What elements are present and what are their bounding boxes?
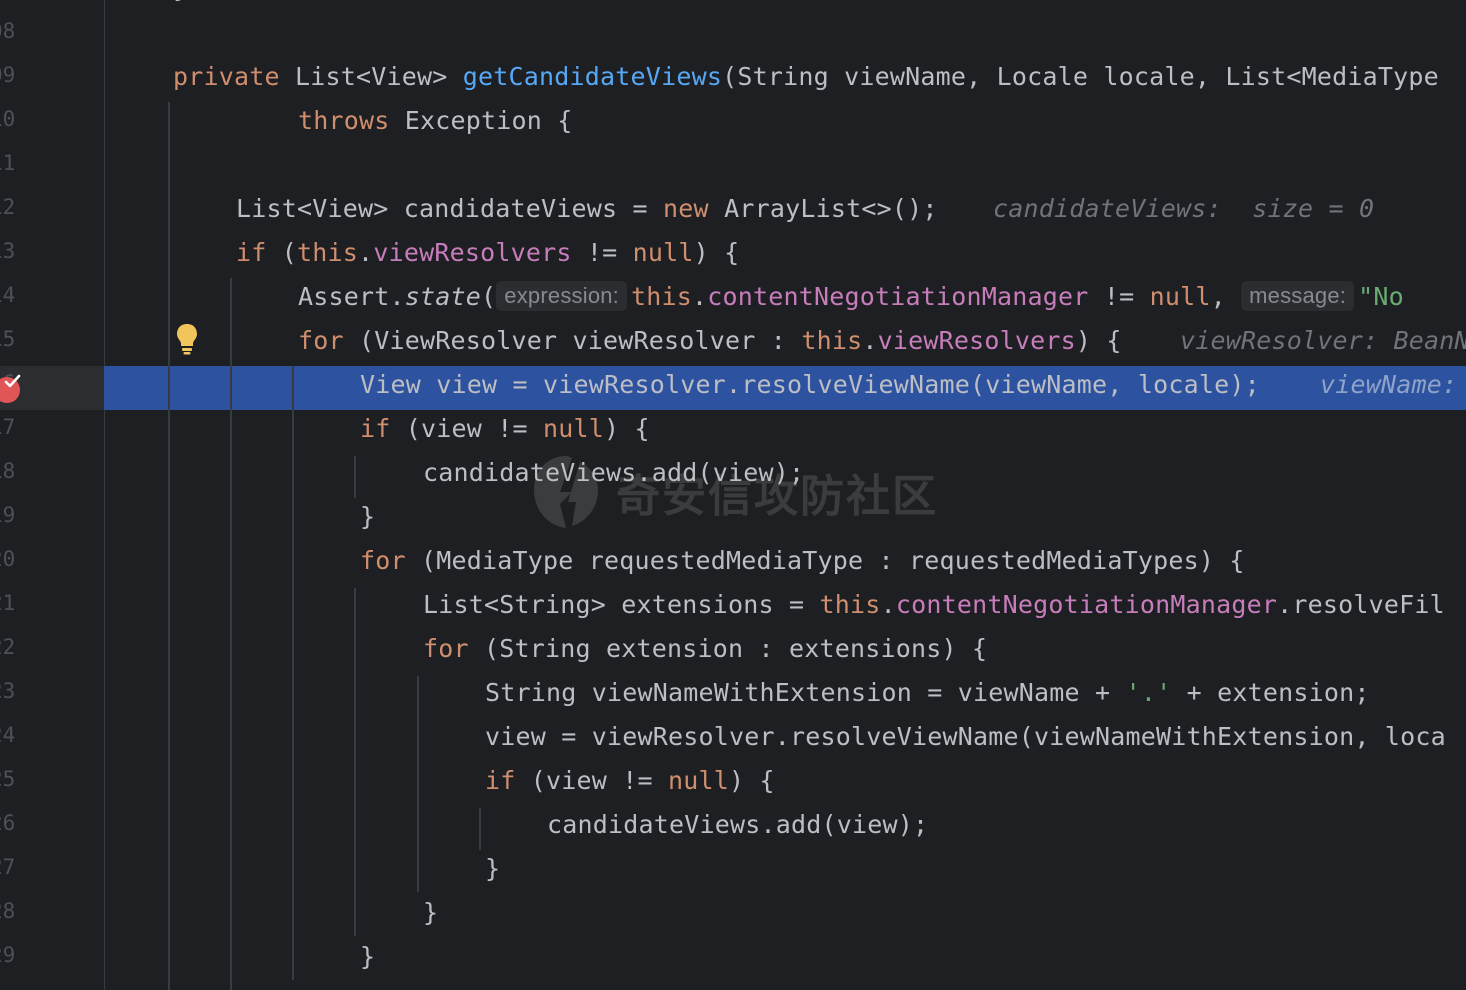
line-number: 29 xyxy=(0,943,16,967)
code-line[interactable]: 24 view = viewResolver.resolveViewName(v… xyxy=(0,718,1466,762)
code-line[interactable]: 14 Assert.state(expression:this.contentN… xyxy=(0,278,1466,322)
line-number: 10 xyxy=(0,107,16,131)
lightbulb-icon[interactable] xyxy=(175,322,199,356)
code-text: view = viewResolver.resolveViewName(view… xyxy=(485,722,1446,751)
code-line[interactable]: 20 for (MediaType requestedMediaType : r… xyxy=(0,542,1466,586)
method-name: getCandidateViews xyxy=(462,62,723,91)
code-text: } xyxy=(360,502,376,531)
line-number: 26 xyxy=(0,811,16,835)
code-line[interactable]: 18 candidateViews.add(view); xyxy=(0,454,1466,498)
indent-guide xyxy=(354,588,356,936)
code-text: String viewNameWithExtension = viewName … xyxy=(485,678,1370,707)
code-line[interactable]: 26 candidateViews.add(view); xyxy=(0,806,1466,850)
code-text: candidateViews.add(view); xyxy=(423,458,805,487)
line-number: 19 xyxy=(0,503,16,527)
indent-guide xyxy=(292,366,294,980)
line-number: 28 xyxy=(0,899,16,923)
code-text: private List<View> getCandidateViews(Str… xyxy=(173,62,1439,91)
inline-debug-value: viewName: xyxy=(1320,370,1458,399)
line-number: 20 xyxy=(0,547,16,571)
line-number: 24 xyxy=(0,723,16,747)
code-line[interactable]: 29 } xyxy=(0,938,1466,982)
code-text: List<String> extensions = this.contentNe… xyxy=(423,590,1445,619)
code-text: } xyxy=(360,942,376,971)
code-text: } xyxy=(173,0,188,3)
line-number: 27 xyxy=(0,855,16,879)
line-number: 18 xyxy=(0,459,16,483)
code-text: for (String extension : extensions) { xyxy=(423,634,988,663)
code-line[interactable]: 15 for (ViewResolver viewResolver : this… xyxy=(0,322,1466,366)
current-execution-line[interactable]: 16 View view = viewResolver.resolveViewN… xyxy=(0,366,1466,410)
code-text: candidateViews.add(view); xyxy=(547,810,929,839)
code-text: for (ViewResolver viewResolver : this.vi… xyxy=(298,326,1122,355)
code-line[interactable]: 11 xyxy=(0,146,1466,190)
breakpoint-icon[interactable] xyxy=(0,374,22,404)
line-number: 15 xyxy=(0,327,16,351)
code-text: } xyxy=(485,854,501,883)
line-number: 23 xyxy=(0,679,16,703)
code-line[interactable]: 25 if (view != null) { xyxy=(0,762,1466,806)
code-line[interactable]: 10 throws Exception { xyxy=(0,102,1466,146)
line-number: 25 xyxy=(0,767,16,791)
code-line[interactable]: 23 String viewNameWithExtension = viewNa… xyxy=(0,674,1466,718)
line-number: 13 xyxy=(0,239,16,263)
parameter-hint: expression: xyxy=(496,281,627,311)
parameter-hint: message: xyxy=(1241,281,1355,311)
indent-guide xyxy=(230,278,232,990)
code-text: if (this.viewResolvers != null) { xyxy=(236,238,740,267)
indent-guide xyxy=(354,456,356,498)
code-text: View view = viewResolver.resolveViewName… xyxy=(360,370,1260,399)
code-text: } xyxy=(423,898,439,927)
code-line[interactable]: 09 private List<View> getCandidateViews(… xyxy=(0,58,1466,102)
indent-guide xyxy=(168,102,170,990)
line-number: 09 xyxy=(0,63,16,87)
code-text: if (view != null) { xyxy=(485,766,775,795)
code-text: Assert.state(expression: this.contentNego… xyxy=(298,281,1404,311)
line-number: 08 xyxy=(0,19,16,43)
code-text: if (view != null) { xyxy=(360,414,650,443)
line-number: 17 xyxy=(0,415,16,439)
code-editor[interactable]: } 08 09 private List<View> getCandidateV… xyxy=(0,0,1466,990)
code-text: List<View> candidateViews = new ArrayLis… xyxy=(236,194,938,223)
code-line[interactable]: } xyxy=(0,0,1466,14)
inline-debug-value: candidateViews: size = 0 xyxy=(993,194,1375,223)
code-line[interactable]: 21 List<String> extensions = this.conten… xyxy=(0,586,1466,630)
code-line[interactable]: 08 xyxy=(0,14,1466,58)
code-line[interactable]: 27 } xyxy=(0,850,1466,894)
code-line[interactable]: 13 if (this.viewResolvers != null) { xyxy=(0,234,1466,278)
line-number: 22 xyxy=(0,635,16,659)
indent-guide xyxy=(417,676,419,892)
inline-debug-value: viewResolver: BeanN xyxy=(1180,326,1466,355)
line-number: 14 xyxy=(0,283,16,307)
code-line[interactable]: 22 for (String extension : extensions) { xyxy=(0,630,1466,674)
line-number: 11 xyxy=(0,151,16,175)
code-line[interactable]: 17 if (view != null) { xyxy=(0,410,1466,454)
code-line[interactable]: 12 List<View> candidateViews = new Array… xyxy=(0,190,1466,234)
keyword: private xyxy=(173,62,280,91)
line-number: 21 xyxy=(0,591,16,615)
indent-guide xyxy=(479,808,481,850)
code-text: throws Exception { xyxy=(298,106,573,135)
code-text: for (MediaType requestedMediaType : requ… xyxy=(360,546,1245,575)
code-line[interactable]: 28 } xyxy=(0,894,1466,938)
line-number: 12 xyxy=(0,195,16,219)
code-line[interactable]: 19 } xyxy=(0,498,1466,542)
keyword: throws xyxy=(298,106,390,135)
